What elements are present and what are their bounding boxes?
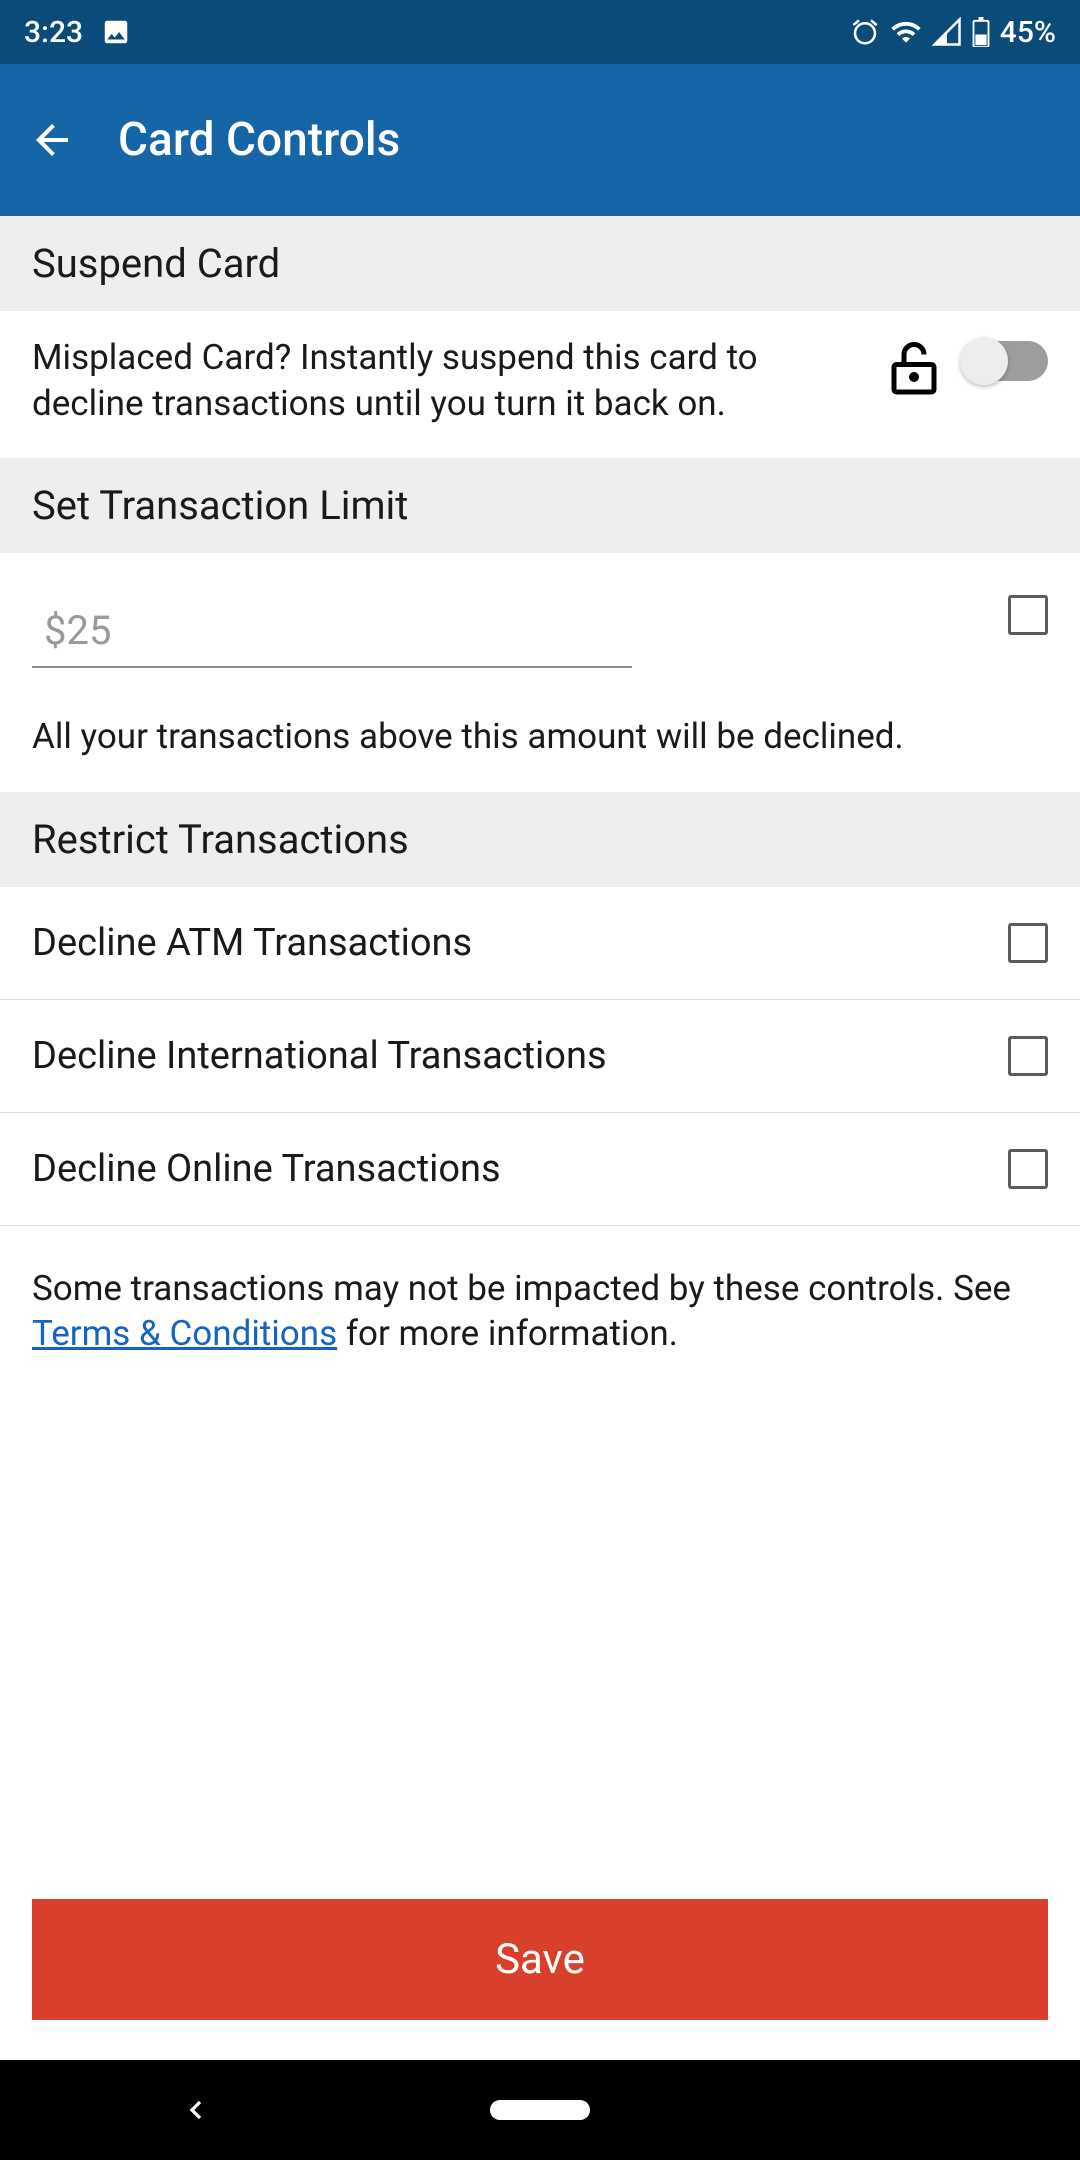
status-bar: 3:23 45% [0,0,1080,64]
image-icon [101,17,131,47]
disclaimer: Some transactions may not be impacted by… [0,1226,1080,1397]
unlock-icon [884,337,944,401]
restrict-international-row: Decline International Transactions [0,1000,1080,1113]
nav-back-button[interactable] [180,2094,212,2126]
restrict-item-label: Decline International Transactions [32,1034,607,1078]
nav-home-button[interactable] [490,2100,590,2120]
disclaimer-before: Some transactions may not be impacted by… [32,1268,1011,1309]
save-button[interactable]: Save [32,1899,1048,2020]
wifi-icon [890,16,922,48]
restrict-atm-checkbox[interactable] [1008,923,1048,963]
restrict-item-label: Decline Online Transactions [32,1147,501,1191]
app-bar: Card Controls [0,64,1080,216]
transaction-limit-note: All your transactions above this amount … [32,714,1048,760]
transaction-limit-heading: Set Transaction Limit [0,458,1080,553]
signal-icon [932,17,962,47]
restrict-transactions-heading: Restrict Transactions [0,792,1080,887]
alarm-icon [850,17,880,47]
battery-icon [972,17,990,47]
transaction-limit-checkbox[interactable] [1008,595,1048,635]
restrict-online-checkbox[interactable] [1008,1149,1048,1189]
suspend-card-heading: Suspend Card [0,216,1080,311]
restrict-international-checkbox[interactable] [1008,1036,1048,1076]
suspend-card-row: Misplaced Card? Instantly suspend this c… [0,311,1080,458]
transaction-limit-input[interactable] [32,595,632,668]
page-title: Card Controls [118,113,400,167]
disclaimer-after: for more information. [337,1313,678,1354]
back-button[interactable] [28,116,76,164]
restrict-atm-row: Decline ATM Transactions [0,887,1080,1000]
suspend-toggle[interactable] [964,341,1048,381]
suspend-description: Misplaced Card? Instantly suspend this c… [32,335,864,426]
nav-bar [0,2060,1080,2160]
restrict-item-label: Decline ATM Transactions [32,921,472,965]
status-battery: 45% [1000,15,1056,50]
restrict-online-row: Decline Online Transactions [0,1113,1080,1226]
terms-link[interactable]: Terms & Conditions [32,1313,337,1354]
status-time: 3:23 [24,15,83,50]
